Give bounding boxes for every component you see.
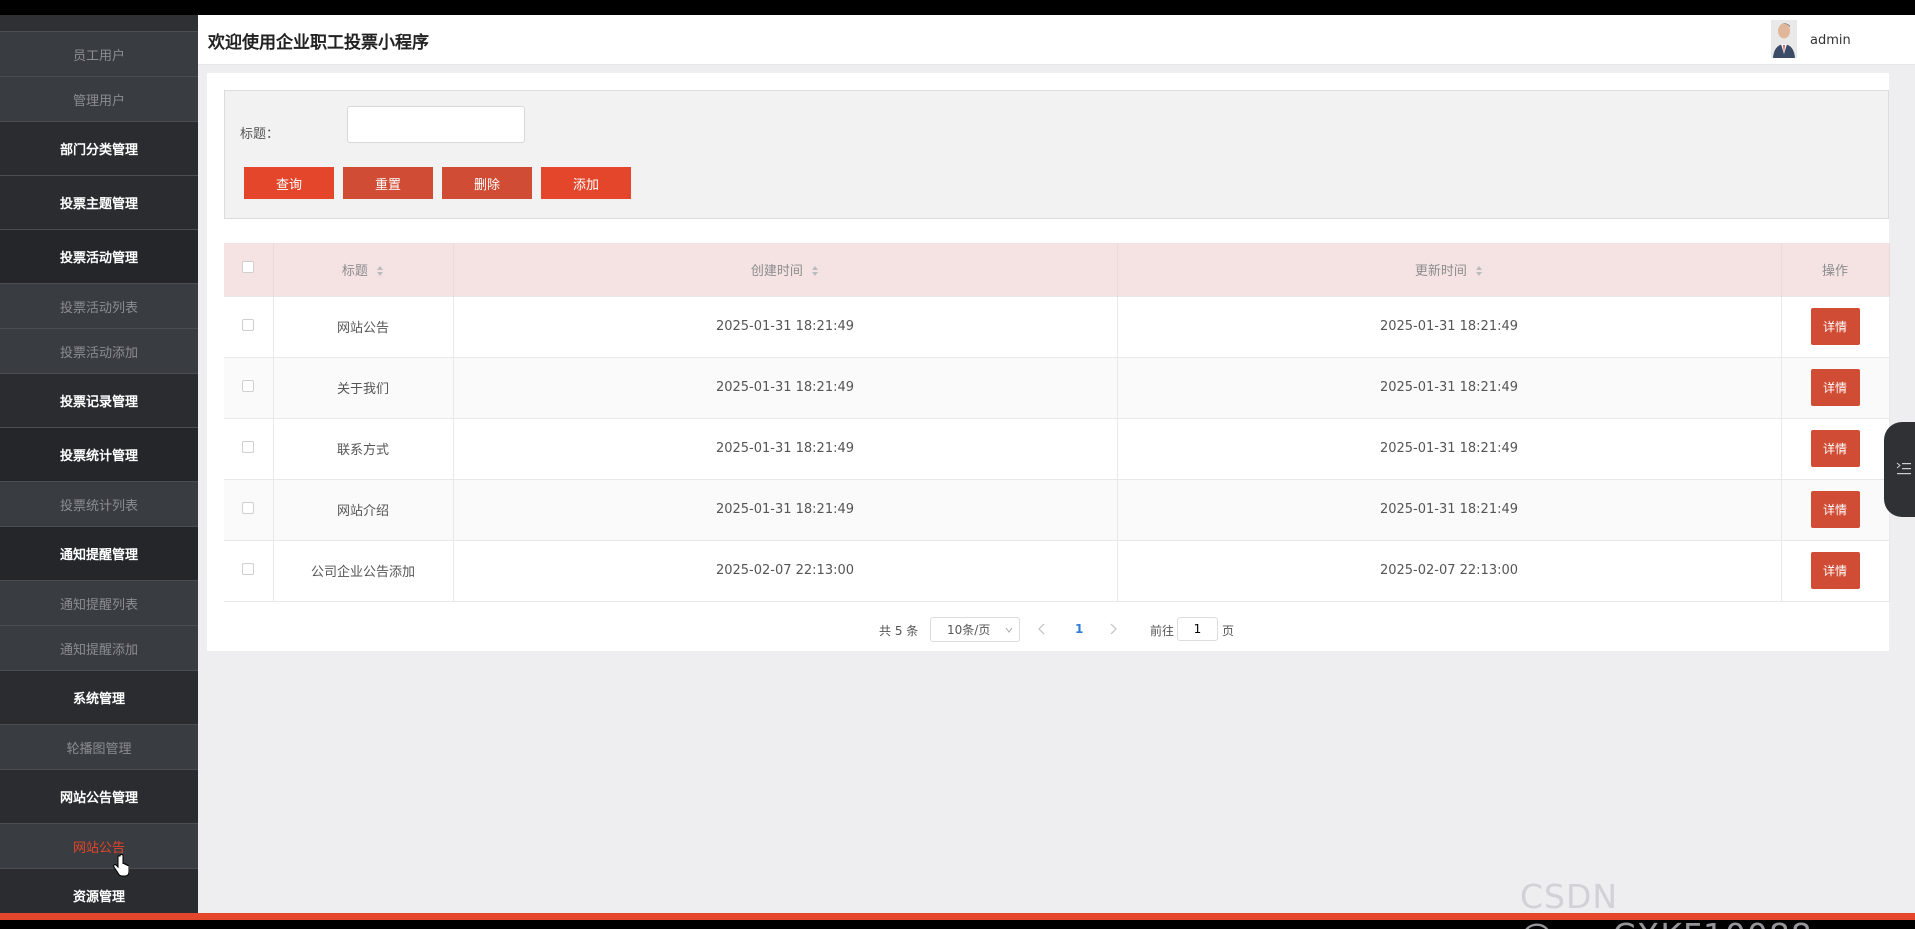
chevron-right-icon[interactable] xyxy=(1108,623,1118,635)
row-checkbox[interactable] xyxy=(242,379,255,392)
add-button[interactable]: 添加 xyxy=(541,167,631,199)
sort-icon[interactable] xyxy=(376,265,384,277)
sidebar-item-vote-topic[interactable]: 投票主题管理 xyxy=(0,175,198,229)
row-title: 网站公告 xyxy=(273,295,454,357)
page-title: 欢迎使用企业职工投票小程序 xyxy=(208,33,429,53)
page-size-select[interactable]: 10条/页 xyxy=(930,617,1020,642)
row-updated: 2025-01-31 18:21:49 xyxy=(1117,356,1782,418)
sidebar-item-vote-activity[interactable]: 投票活动管理 xyxy=(0,229,198,283)
sidebar-item-notification[interactable]: 通知提醒管理 xyxy=(0,526,198,580)
detail-button[interactable]: 详情 xyxy=(1810,430,1860,467)
floating-side-tab[interactable] xyxy=(1884,422,1915,517)
row-checkbox[interactable] xyxy=(242,501,255,514)
table-row: 网站介绍 2025-01-31 18:21:49 2025-01-31 18:2… xyxy=(224,478,1890,540)
detail-button[interactable]: 详情 xyxy=(1810,308,1860,345)
row-title: 公司企业公告添加 xyxy=(273,539,454,602)
row-created: 2025-02-07 22:13:00 xyxy=(453,539,1118,602)
menu-list-icon xyxy=(1896,462,1911,475)
sidebar-item-carousel[interactable]: 轮播图管理 xyxy=(0,724,198,769)
reset-button[interactable]: 重置 xyxy=(343,167,433,199)
row-updated: 2025-02-07 22:13:00 xyxy=(1117,539,1782,602)
sidebar-top-spacer xyxy=(0,15,198,31)
sidebar-item-resources[interactable]: 资源管理 xyxy=(0,868,198,914)
header: 欢迎使用企业职工投票小程序 admin xyxy=(198,15,1915,65)
table-row: 网站公告 2025-01-31 18:21:49 2025-01-31 18:2… xyxy=(224,295,1890,357)
sidebar-item-vote-record[interactable]: 投票记录管理 xyxy=(0,373,198,427)
select-all-checkbox[interactable] xyxy=(242,261,255,274)
sidebar-item-notification-add[interactable]: 通知提醒添加 xyxy=(0,625,198,670)
select-all-cell xyxy=(224,243,274,296)
goto-label: 前往 xyxy=(1150,624,1175,638)
sidebar-item-department-category[interactable]: 部门分类管理 xyxy=(0,121,198,175)
table-row: 联系方式 2025-01-31 18:21:49 2025-01-31 18:2… xyxy=(224,417,1890,479)
sidebar: 员工用户 管理用户 部门分类管理 投票主题管理 投票活动管理 投票活动列表 投票… xyxy=(0,15,198,914)
row-updated: 2025-01-31 18:21:49 xyxy=(1117,417,1782,479)
main-panel: 标题： 查询 重置 删除 添加 标题 创建时间 更新时间 操作 网站公告 202… xyxy=(207,73,1890,651)
top-black-bar xyxy=(0,0,1915,15)
sort-icon[interactable] xyxy=(811,265,819,277)
query-button[interactable]: 查询 xyxy=(244,167,334,199)
sidebar-item-site-notice-mgmt[interactable]: 网站公告管理 xyxy=(0,769,198,823)
row-updated: 2025-01-31 18:21:49 xyxy=(1117,478,1782,540)
sidebar-item-vote-stats[interactable]: 投票统计管理 xyxy=(0,427,198,481)
sidebar-item-notification-list[interactable]: 通知提醒列表 xyxy=(0,580,198,625)
detail-button[interactable]: 详情 xyxy=(1810,491,1860,528)
current-page[interactable]: 1 xyxy=(1075,622,1083,636)
hand-cursor-icon xyxy=(113,854,129,877)
title-search-input[interactable] xyxy=(347,106,525,143)
avatar[interactable] xyxy=(1771,20,1797,58)
row-checkbox[interactable] xyxy=(242,318,255,331)
goto-suffix: 页 xyxy=(1222,624,1235,638)
column-header-created[interactable]: 创建时间 xyxy=(453,243,1118,296)
row-checkbox[interactable] xyxy=(242,562,255,575)
sidebar-item-vote-activity-list[interactable]: 投票活动列表 xyxy=(0,283,198,328)
sidebar-item-vote-stats-list[interactable]: 投票统计列表 xyxy=(0,481,198,526)
row-created: 2025-01-31 18:21:49 xyxy=(453,478,1118,540)
sidebar-item-vote-activity-add[interactable]: 投票活动添加 xyxy=(0,328,198,373)
column-action-label: 操作 xyxy=(1821,263,1848,279)
column-title-label: 标题 xyxy=(341,263,368,279)
sort-icon[interactable] xyxy=(1475,265,1483,277)
sidebar-item-site-notice[interactable]: 网站公告 xyxy=(0,823,198,868)
app: 员工用户 管理用户 部门分类管理 投票主题管理 投票活动管理 投票活动列表 投票… xyxy=(0,15,1915,914)
row-checkbox[interactable] xyxy=(242,440,255,453)
row-created: 2025-01-31 18:21:49 xyxy=(453,356,1118,418)
page-size-value: 10条/页 xyxy=(947,623,991,637)
row-updated: 2025-01-31 18:21:49 xyxy=(1117,295,1782,357)
sidebar-item-system[interactable]: 系统管理 xyxy=(0,670,198,724)
title-filter-label: 标题： xyxy=(240,127,280,142)
chevron-down-icon xyxy=(1005,627,1013,633)
sidebar-item-employee-users[interactable]: 员工用户 xyxy=(0,31,198,76)
delete-button[interactable]: 删除 xyxy=(442,167,532,199)
watermark: CSDN @vx_CXKF10088 xyxy=(1520,877,1812,929)
row-created: 2025-01-31 18:21:49 xyxy=(453,295,1118,357)
detail-button[interactable]: 详情 xyxy=(1810,369,1860,406)
data-table: 标题 创建时间 更新时间 操作 网站公告 2025-01-31 18:21:49… xyxy=(224,243,1890,602)
table-row: 公司企业公告添加 2025-02-07 22:13:00 2025-02-07 … xyxy=(224,539,1890,602)
pagination: 共 5 条 10条/页 1 前往 页 xyxy=(207,617,1889,643)
row-title: 网站介绍 xyxy=(273,478,454,540)
search-form: 标题： 查询 重置 删除 添加 xyxy=(224,90,1889,219)
column-header-updated[interactable]: 更新时间 xyxy=(1117,243,1782,296)
column-header-action: 操作 xyxy=(1781,243,1890,296)
column-updated-label: 更新时间 xyxy=(1414,263,1467,279)
detail-button[interactable]: 详情 xyxy=(1810,552,1860,589)
row-created: 2025-01-31 18:21:49 xyxy=(453,417,1118,479)
row-title: 联系方式 xyxy=(273,417,454,479)
pagination-total: 共 5 条 xyxy=(879,624,919,638)
row-title: 关于我们 xyxy=(273,356,454,418)
table-row: 关于我们 2025-01-31 18:21:49 2025-01-31 18:2… xyxy=(224,356,1890,418)
chevron-left-icon[interactable] xyxy=(1037,623,1047,635)
table-header-row: 标题 创建时间 更新时间 操作 xyxy=(224,243,1890,296)
user-name[interactable]: admin xyxy=(1810,33,1851,48)
column-created-label: 创建时间 xyxy=(750,263,803,279)
column-header-title[interactable]: 标题 xyxy=(273,243,454,296)
goto-page-input[interactable] xyxy=(1177,617,1218,641)
sidebar-item-admin-users[interactable]: 管理用户 xyxy=(0,76,198,121)
